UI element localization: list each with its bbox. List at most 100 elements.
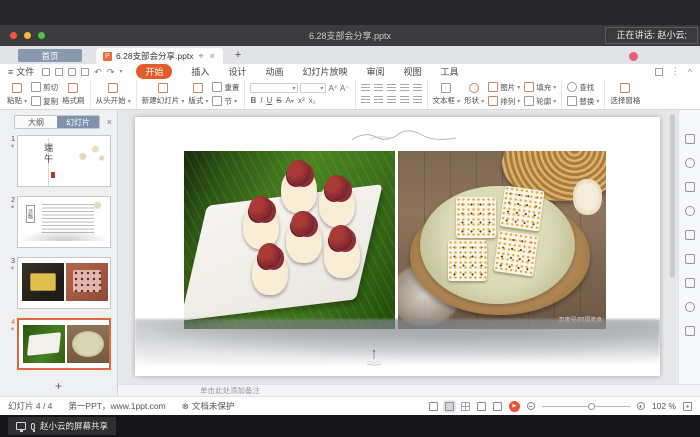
shapes-button[interactable]: 形状 ▾ (464, 83, 484, 106)
quick-access-dropdown-icon[interactable]: ▾ (119, 68, 122, 75)
slide-sorter-icon[interactable] (461, 402, 470, 411)
grow-font-button[interactable]: A⁺ (328, 83, 338, 93)
arrange-button[interactable]: 排列 ▾ (488, 96, 520, 107)
section-button[interactable]: 节 ▾ (212, 96, 239, 107)
share-icon[interactable] (655, 68, 663, 76)
numbering-icon[interactable] (374, 84, 383, 93)
zoom-slider[interactable] (542, 406, 630, 407)
tab-slideshow[interactable]: 幻灯片放映 (302, 65, 347, 78)
selection-pane-button[interactable]: 选择窗格 (610, 83, 640, 106)
more-icon[interactable]: ⋮ (671, 66, 680, 77)
outline-button[interactable]: 轮廓 ▾ (524, 96, 556, 107)
slide-thumbnail-4-selected[interactable] (17, 318, 111, 370)
indent-increase-icon[interactable] (400, 84, 409, 93)
vertical-scrollbar[interactable] (670, 114, 675, 278)
picture-button[interactable]: 图片 ▾ (488, 82, 520, 93)
undo-icon[interactable]: ↶ (94, 68, 102, 76)
tab-outline[interactable]: 大纲 (15, 116, 57, 128)
comment-view-icon[interactable] (429, 402, 438, 411)
document-tab[interactable]: P 6.28支部会分享.pptx ⌖ × (96, 48, 223, 64)
presenter-view-icon[interactable] (493, 402, 502, 411)
text-effect-button[interactable]: A▾ (286, 96, 294, 105)
font-size-select[interactable]: ▾ (300, 83, 326, 93)
line-spacing-icon[interactable] (413, 84, 422, 93)
properties-icon[interactable] (685, 134, 695, 144)
notes-bar[interactable]: 单击此处添加备注 (118, 384, 700, 396)
close-tab-icon[interactable]: × (209, 51, 216, 61)
fill-panel-icon[interactable] (685, 182, 695, 192)
shrink-font-button[interactable]: A⁻ (340, 83, 350, 93)
color-scheme-icon[interactable] (685, 206, 695, 216)
collapse-ribbon-icon[interactable]: ^ (688, 67, 692, 77)
zoom-in-button[interactable] (637, 402, 645, 410)
strikethrough-button[interactable]: S (276, 96, 281, 105)
find-button[interactable]: 查找 (567, 82, 599, 93)
tab-home[interactable]: 开始 (136, 64, 172, 79)
copy-button[interactable]: 复制 (31, 96, 58, 107)
pin-tab-icon[interactable]: ⌖ (197, 51, 204, 62)
tab-view[interactable]: 视图 (403, 65, 421, 78)
slide-thumbnail-1[interactable]: 端午 (17, 135, 111, 187)
tab-review[interactable]: 审阅 (366, 65, 384, 78)
tab-design[interactable]: 设计 (228, 65, 246, 78)
bullets-icon[interactable] (361, 84, 370, 93)
add-slide-button[interactable]: + (55, 379, 62, 393)
tab-insert[interactable]: 插入 (191, 65, 209, 78)
align-right-icon[interactable] (387, 96, 396, 105)
align-center-icon[interactable] (374, 96, 383, 105)
play-slideshow-button[interactable]: ▶ (509, 401, 520, 412)
subscript-button[interactable]: x₂ (309, 96, 316, 105)
image-tools-icon[interactable] (685, 326, 695, 336)
underline-button[interactable]: U (266, 96, 272, 105)
zoom-out-button[interactable] (527, 402, 535, 410)
font-family-select[interactable]: ▾ (250, 83, 298, 93)
preview-icon[interactable] (81, 68, 89, 76)
reset-button[interactable]: 重置 (212, 82, 239, 93)
new-tab-button[interactable]: + (235, 49, 241, 61)
fit-to-window-icon[interactable] (683, 402, 692, 411)
from-start-button[interactable]: 从头开始 ▾ (96, 83, 131, 106)
ppt-file-icon: P (103, 52, 112, 61)
star-effects-icon[interactable] (685, 254, 695, 264)
fill-button[interactable]: 填充 ▾ (524, 82, 556, 93)
member-avatar[interactable] (629, 52, 638, 61)
smart-align-icon[interactable] (685, 278, 695, 288)
save-icon[interactable] (55, 68, 63, 76)
history-icon[interactable] (685, 302, 695, 312)
slide-image-left[interactable] (184, 151, 395, 330)
tab-tools[interactable]: 工具 (441, 65, 459, 78)
file-menu[interactable]: 文件 (16, 65, 34, 78)
superscript-button[interactable]: x² (298, 96, 305, 105)
justify-icon[interactable] (400, 96, 409, 105)
new-slide-button[interactable]: 新建幻灯片 ▾ (142, 83, 185, 106)
protection-status[interactable]: ⊗ 文档未保护 (182, 400, 235, 412)
close-panel-icon[interactable]: × (107, 117, 112, 127)
slide-image-right[interactable]: 百家号/阿福美食 (398, 151, 607, 330)
indent-decrease-icon[interactable] (387, 84, 396, 93)
tab-animation[interactable]: 动画 (265, 65, 283, 78)
slide-thumbnail-3[interactable] (17, 257, 111, 309)
shapes-panel-icon[interactable] (685, 158, 695, 168)
print-icon[interactable] (68, 68, 76, 76)
align-left-icon[interactable] (361, 96, 370, 105)
animation-panel-icon[interactable] (685, 230, 695, 240)
format-painter-button[interactable]: 格式刷 (62, 83, 85, 106)
slide-thumbnail-2[interactable]: 凉糕 (17, 196, 111, 248)
normal-view-icon[interactable] (445, 402, 454, 411)
home-tab-button[interactable]: 首页 (18, 49, 82, 62)
open-icon[interactable] (42, 68, 50, 76)
bold-button[interactable]: B (250, 96, 256, 105)
textbox-button[interactable]: 文本框 ▾ (433, 83, 461, 106)
italic-button[interactable]: I (260, 96, 262, 105)
reading-view-icon[interactable] (477, 402, 486, 411)
columns-icon[interactable] (413, 96, 422, 105)
paste-button[interactable]: 粘贴 ▾ (7, 83, 27, 106)
replace-button[interactable]: 替换 ▾ (567, 96, 599, 107)
tab-slides[interactable]: 幻灯片 (57, 116, 99, 128)
layout-button[interactable]: 版式 ▾ (188, 83, 208, 106)
current-slide[interactable]: 百家号/阿福美食 (135, 117, 660, 376)
cut-button[interactable]: 剪切 (31, 82, 58, 93)
zoom-slider-knob[interactable] (588, 403, 595, 410)
hamburger-menu-icon[interactable]: ≡ (8, 67, 13, 77)
redo-icon[interactable]: ↷ (107, 68, 115, 76)
